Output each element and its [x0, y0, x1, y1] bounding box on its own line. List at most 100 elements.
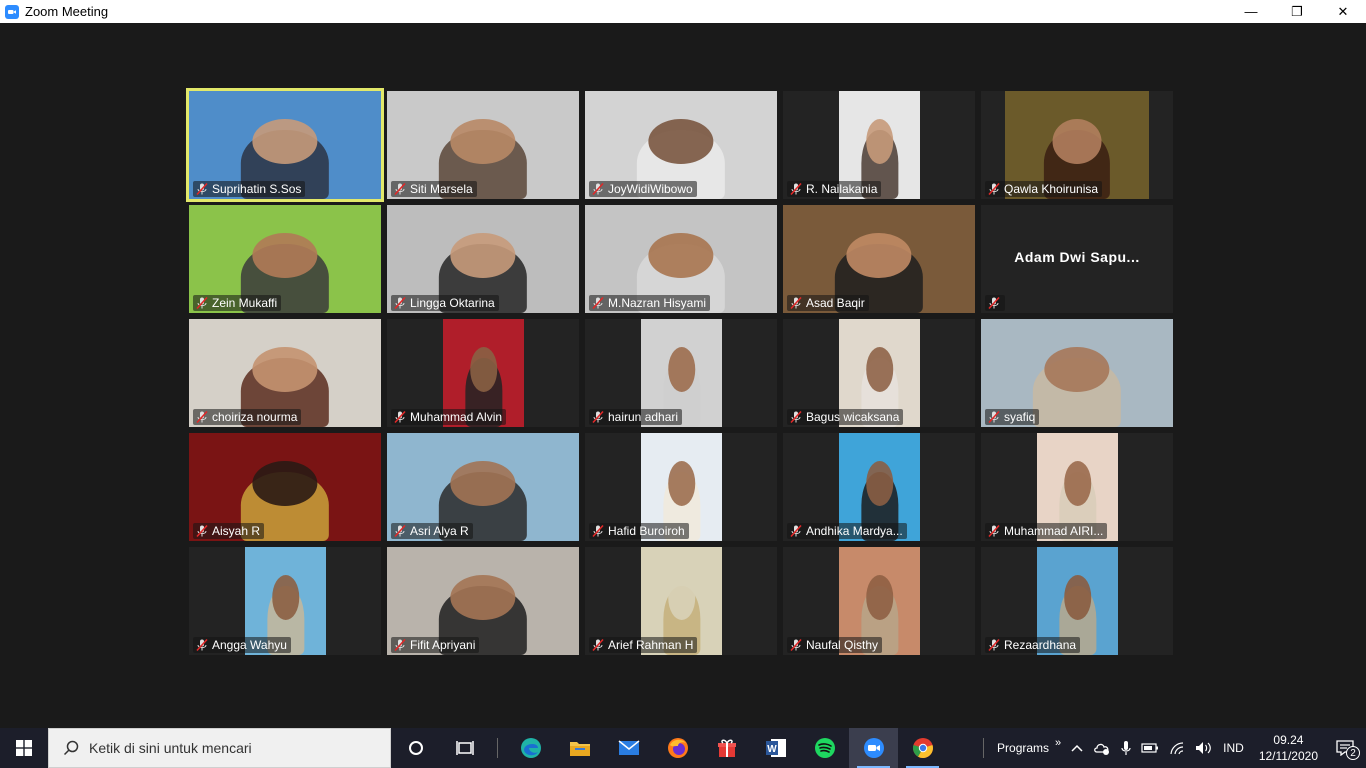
participant-name: JoyWidiWibowo: [608, 182, 693, 196]
participant-tile[interactable]: choiriza nourma: [189, 319, 381, 427]
participant-tile[interactable]: Rezaardhana: [981, 547, 1173, 655]
minimize-button[interactable]: —: [1228, 0, 1274, 23]
participant-tile[interactable]: Zein Mukaffi: [189, 205, 381, 313]
participant-name-tag: Asad Baqir: [787, 295, 869, 311]
svg-text:W: W: [767, 744, 777, 755]
meeting-area: Suprihatin S.Sos Siti Marsela JoyWidiWibow…: [0, 23, 1366, 728]
participant-tile[interactable]: Andhika Mardya...: [783, 433, 975, 541]
cortana-button[interactable]: [391, 728, 440, 768]
participant-tile[interactable]: Siti Marsela: [387, 91, 579, 199]
participant-name-tag: Arief Rahman H: [589, 637, 698, 653]
show-hidden-icons-button[interactable]: [1066, 728, 1088, 768]
participant-name-tag: Zein Mukaffi: [193, 295, 282, 311]
taskbar-gift-app[interactable]: [702, 728, 751, 768]
taskbar-edge[interactable]: [506, 728, 555, 768]
taskbar-clock[interactable]: 09.24 12/11/2020: [1249, 732, 1328, 764]
taskbar-search-box[interactable]: Ketik di sini untuk mencari: [48, 728, 391, 768]
microphone-muted-icon: [592, 410, 604, 424]
participant-face: [667, 461, 696, 507]
participant-tile[interactable]: Asad Baqir: [783, 205, 975, 313]
participant-face: [1052, 119, 1102, 165]
task-view-button[interactable]: [440, 728, 489, 768]
participant-name-tag: syafiq: [985, 409, 1040, 425]
participant-name: Muhammad AIRI...: [1004, 524, 1104, 538]
cloud-sync-icon: [1094, 743, 1110, 755]
start-button[interactable]: [0, 728, 48, 768]
participant-tile[interactable]: Adam Dwi Sapu...: [981, 205, 1173, 313]
participant-tile[interactable]: Arief Rahman H: [585, 547, 777, 655]
participant-name: Angga Wahyu: [212, 638, 287, 652]
participant-name-tag: choiriza nourma: [193, 409, 302, 425]
participant-tile[interactable]: Fifit Apriyani: [387, 547, 579, 655]
microphone-tray-button[interactable]: [1116, 728, 1136, 768]
window-title-bar: Zoom Meeting — ❐ ✕: [0, 0, 1366, 23]
search-icon: [63, 740, 79, 756]
wifi-icon: [1170, 742, 1184, 755]
participant-name-tag: Aisyah R: [193, 523, 265, 539]
participant-name: hairun adhari: [608, 410, 679, 424]
input-language-indicator[interactable]: IND: [1218, 728, 1249, 768]
microphone-muted-icon: [196, 524, 208, 538]
participant-face: [1063, 461, 1092, 507]
system-tray: Programs » IND 09.24 12/11/2020 2: [975, 728, 1366, 768]
participant-tile[interactable]: Hafid Buroiroh: [585, 433, 777, 541]
participant-tile[interactable]: R. Nailakania: [783, 91, 975, 199]
participant-face: [469, 347, 498, 393]
restore-button[interactable]: ❐: [1274, 0, 1320, 23]
participant-tile[interactable]: Asri Alya R: [387, 433, 579, 541]
battery-tray-button[interactable]: [1136, 728, 1164, 768]
taskbar-word[interactable]: W: [751, 728, 800, 768]
participant-tile[interactable]: Muhammad AIRI...: [981, 433, 1173, 541]
action-center-button[interactable]: 2: [1328, 728, 1366, 768]
microphone-muted-icon: [394, 638, 406, 652]
participant-tile[interactable]: Lingga Oktarina: [387, 205, 579, 313]
onedrive-tray-button[interactable]: [1088, 728, 1116, 768]
zoom-icon: [863, 738, 884, 758]
participant-tile[interactable]: JoyWidiWibowo: [585, 91, 777, 199]
participant-name: Aisyah R: [212, 524, 261, 538]
taskbar-zoom[interactable]: [849, 728, 898, 768]
participant-tile[interactable]: Bagus wicaksana: [783, 319, 975, 427]
participant-name: Asad Baqir: [806, 296, 865, 310]
participant-tile[interactable]: M.Nazran Hisyami: [585, 205, 777, 313]
participant-name: Fifit Apriyani: [410, 638, 476, 652]
participant-name: M.Nazran Hisyami: [608, 296, 707, 310]
word-icon: W: [765, 739, 786, 757]
programs-toolbar[interactable]: Programs »: [992, 728, 1066, 768]
close-button[interactable]: ✕: [1320, 0, 1366, 23]
battery-icon: [1141, 743, 1159, 753]
participant-name: Zein Mukaffi: [212, 296, 278, 310]
participant-tile[interactable]: Qawla Khoirunisa: [981, 91, 1173, 199]
participant-name-tag: Muhammad AIRI...: [985, 523, 1108, 539]
mail-icon: [618, 740, 639, 755]
volume-tray-button[interactable]: [1190, 728, 1218, 768]
microphone-muted-icon: [988, 296, 1000, 310]
participant-tile[interactable]: hairun adhari: [585, 319, 777, 427]
microphone-muted-icon: [592, 296, 604, 310]
chevron-up-icon: [1071, 744, 1083, 752]
taskbar-chrome[interactable]: [898, 728, 947, 768]
taskbar-firefox[interactable]: [653, 728, 702, 768]
network-tray-button[interactable]: [1164, 728, 1190, 768]
task-view-icon: [455, 741, 474, 755]
search-placeholder: Ketik di sini untuk mencari: [89, 740, 252, 756]
participant-tile[interactable]: Naufal Qisthy: [783, 547, 975, 655]
microphone-muted-icon: [790, 410, 802, 424]
microphone-muted-icon: [196, 410, 208, 424]
taskbar-mail[interactable]: [604, 728, 653, 768]
taskbar-file-explorer[interactable]: [555, 728, 604, 768]
participant-tile[interactable]: Aisyah R: [189, 433, 381, 541]
taskbar-spotify[interactable]: [800, 728, 849, 768]
participant-tile[interactable]: Angga Wahyu: [189, 547, 381, 655]
participant-name: Arief Rahman H: [608, 638, 694, 652]
participant-face: [1063, 575, 1092, 621]
participant-name-tag: [985, 295, 1005, 311]
participant-tile[interactable]: Suprihatin S.Sos: [186, 88, 384, 202]
participant-face: [865, 575, 894, 621]
participant-name-tag: hairun adhari: [589, 409, 683, 425]
participant-tile[interactable]: Muhammad Alvin: [387, 319, 579, 427]
participant-name: Rezaardhana: [1004, 638, 1077, 652]
taskbar-separator: [497, 738, 498, 758]
microphone-muted-icon: [988, 638, 1000, 652]
participant-tile[interactable]: syafiq: [981, 319, 1173, 427]
